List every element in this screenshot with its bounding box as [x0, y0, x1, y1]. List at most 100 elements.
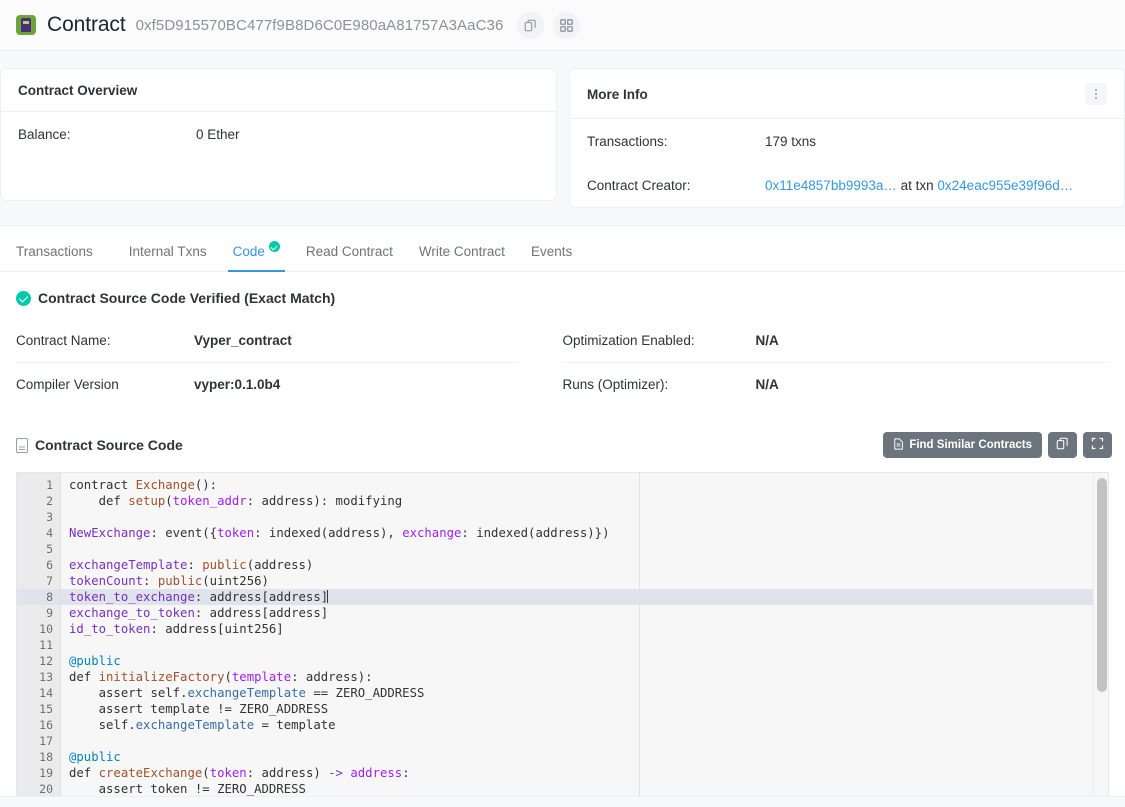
code-token: def — [69, 670, 99, 684]
editor-code-line[interactable]: def createExchange(token: address) -> ad… — [61, 765, 1108, 781]
code-token: template — [231, 670, 292, 684]
expand-source-button[interactable] — [1083, 432, 1112, 458]
code-token: self — [150, 686, 181, 700]
code-token: : indexed(address)}) — [461, 526, 610, 540]
editor-code-line[interactable]: contract Exchange(): — [61, 477, 1108, 493]
transactions-row: Transactions: 179 txns — [587, 119, 1107, 163]
overview-empty-space — [18, 156, 539, 200]
code-token: ( — [165, 494, 173, 508]
verified-banner-text: Contract Source Code Verified (Exact Mat… — [38, 290, 336, 306]
tab-bar: Transactions Internal Txns Code Read Con… — [0, 226, 1125, 272]
editor-code-line[interactable]: @public — [61, 653, 1108, 669]
copy-address-button[interactable] — [517, 11, 545, 39]
editor-line-number: 14 — [39, 686, 53, 700]
editor-line-number: 18 — [39, 750, 53, 764]
editor-code-line[interactable] — [61, 733, 1108, 749]
editor-code-line[interactable]: exchangeTemplate: public(address) — [61, 557, 1108, 573]
editor-code-line[interactable]: NewExchange: event({token: indexed(addre… — [61, 525, 1108, 541]
editor-code-line[interactable] — [61, 509, 1108, 525]
tab-code[interactable]: Code — [220, 241, 293, 272]
verified-check-icon — [16, 290, 31, 306]
contract-creator-value: 0x11e4857bb9993a… at txn 0x24eac955e39f9… — [765, 178, 1073, 193]
editor-code-line[interactable]: @public — [61, 749, 1108, 765]
fullscreen-icon — [1091, 437, 1104, 453]
qr-code-button[interactable] — [553, 11, 581, 39]
editor-line-number: 3 — [46, 510, 53, 524]
editor-code-line[interactable]: token_to_exchange: address[address] — [61, 589, 1108, 605]
runs-optimizer-label: Runs (Optimizer): — [562, 377, 669, 392]
editor-code-line[interactable]: def initializeFactory(template: address)… — [61, 669, 1108, 685]
tab-events[interactable]: Events — [518, 244, 585, 271]
find-similar-contracts-button[interactable]: Find Similar Contracts — [883, 432, 1042, 458]
tab-internal-txns[interactable]: Internal Txns — [116, 244, 220, 271]
code-token: exchangeTemplate — [187, 686, 306, 700]
editor-code-line[interactable]: id_to_token: address[uint256] — [61, 621, 1108, 637]
contract-name-row: Contract Name: Vyper_contract — [16, 318, 518, 362]
code-token: : — [187, 558, 203, 572]
code-token: exchange — [402, 526, 462, 540]
code-token: ( — [202, 766, 210, 780]
code-token: createExchange — [98, 766, 203, 780]
editor-line-number: 17 — [39, 734, 53, 748]
code-token: contract — [69, 478, 136, 492]
editor-code-area[interactable]: contract Exchange(): def setup(token_add… — [61, 473, 1108, 796]
editor-scrollbar[interactable] — [1093, 473, 1108, 796]
source-code-editor[interactable]: 1 2 3 4 5 6 7 8 9 10 11 12 13 14 15 16 17 18 19 20 contract… — [16, 472, 1109, 796]
editor-code-line[interactable]: assert self.exchangeTemplate == ZERO_ADD… — [61, 685, 1108, 701]
runs-optimizer-row: Runs (Optimizer): N/A — [562, 362, 1109, 406]
summary-cards-row: Contract Overview Balance: 0 Ether More … — [0, 51, 1125, 208]
code-token: public — [157, 574, 203, 588]
contract-creator-label: Contract Creator: — [587, 177, 691, 193]
balance-value: 0 Ether — [196, 126, 240, 142]
document-icon — [893, 437, 904, 453]
tab-read-contract[interactable]: Read Contract — [293, 244, 406, 271]
tab-transactions[interactable]: Transactions — [16, 244, 106, 271]
qr-code-icon — [560, 18, 574, 32]
code-token: public — [202, 558, 247, 572]
find-similar-contracts-label: Find Similar Contracts — [909, 439, 1032, 451]
optimization-enabled-row: Optimization Enabled: N/A — [563, 318, 1110, 362]
editor-scrollbar-thumb[interactable] — [1097, 478, 1107, 692]
code-token: def — [69, 766, 99, 780]
editor-code-line[interactable]: tokenCount: public(uint256) — [61, 573, 1108, 589]
editor-line-number: 6 — [46, 558, 53, 572]
tab-write-contract[interactable]: Write Contract — [406, 244, 518, 271]
code-token: token_addr — [172, 494, 247, 508]
editor-code-line[interactable] — [61, 637, 1108, 653]
editor-code-line[interactable]: assert template != ZERO_ADDRESS — [61, 701, 1108, 717]
editor-code-line[interactable]: assert token != ZERO_ADDRESS — [61, 781, 1108, 796]
creator-address-link[interactable]: 0x11e4857bb9993a… — [765, 178, 897, 193]
contract-tab-panel: Transactions Internal Txns Code Read Con… — [0, 225, 1125, 797]
contract-creator-row: Contract Creator: 0x11e4857bb9993a… at t… — [587, 163, 1107, 207]
creator-txn-link[interactable]: 0x24eac955e39f96d… — [937, 178, 1073, 193]
editor-line-number: 19 — [39, 766, 53, 780]
code-token: (address) — [246, 558, 314, 572]
tab-label: Write Contract — [418, 244, 505, 259]
editor-code-line[interactable]: def setup(token_addr: address): modifyin… — [61, 493, 1108, 509]
code-token: ( — [224, 670, 232, 684]
editor-code-line[interactable]: self.exchangeTemplate = template — [61, 717, 1108, 733]
contract-name-label: Contract Name: — [16, 332, 111, 348]
editor-line-number: 15 — [39, 702, 53, 716]
verified-check-icon — [268, 241, 280, 252]
compiler-version-row: Compiler Version vyper:0.1.0b4 — [16, 362, 518, 406]
code-token: -> — [328, 766, 343, 780]
etherscan-logo-icon — [16, 15, 36, 35]
code-token: initializeFactory — [98, 670, 225, 684]
runs-optimizer-value: N/A — [755, 377, 779, 392]
editor-line-number: 2 — [46, 494, 53, 508]
code-token: = template — [254, 718, 336, 732]
contract-name-value: Vyper_contract — [194, 332, 292, 348]
code-token: @public — [69, 654, 121, 668]
editor-line-number-gutter: 1 2 3 4 5 6 7 8 9 10 11 12 13 14 15 16 17 18 19 20 — [17, 473, 61, 796]
copy-source-button[interactable] — [1048, 432, 1077, 458]
code-token: setup — [128, 494, 166, 508]
code-token: (uint256) — [202, 574, 269, 588]
code-token: token_to_exchange — [69, 590, 195, 604]
editor-code-line[interactable] — [61, 541, 1108, 557]
more-info-menu-button[interactable] — [1085, 83, 1107, 105]
editor-code-line[interactable]: exchange_to_token: address[address] — [61, 605, 1108, 621]
editor-line-number: 11 — [39, 638, 53, 652]
contract-address: 0xf5D915570BC477f9B8D6C0E980aA81757A3AaC… — [135, 16, 504, 34]
code-token: : indexed(address), — [254, 526, 403, 540]
